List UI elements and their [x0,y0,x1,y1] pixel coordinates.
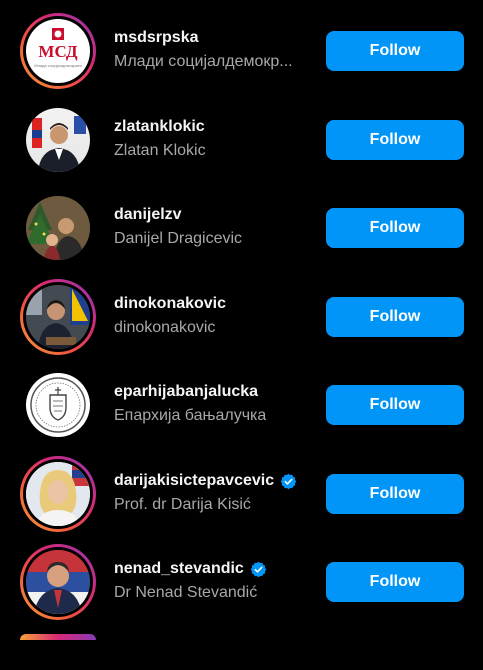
avatar[interactable] [20,367,96,443]
username[interactable]: msdsrpska [114,29,199,47]
username-text: nenad_stevandic [114,560,244,577]
full-name: Млади социјалдемокр... [114,53,293,70]
full-name: Dr Nenad Stevandić [114,584,258,601]
full-name: dinokonakovic [114,319,216,336]
msd-logo: МСД Млади социјалдемократи [26,19,90,83]
follow-button[interactable]: Follow [326,297,464,337]
username-text: eparhijabanjalucka [114,383,259,400]
username[interactable]: darijakisictepavcevic [114,472,297,490]
avatar[interactable]: МСД Млади социјалдемократи [20,13,96,89]
username[interactable]: zlatanklokic [114,118,205,136]
username[interactable]: nenad_stevandic [114,560,267,578]
next-row-avatar-partial[interactable] [20,634,96,640]
profile-photo [26,285,90,349]
full-name: Danijel Dragicevic [114,230,243,247]
username[interactable]: eparhijabanjalucka [114,383,258,401]
avatar[interactable] [20,279,96,355]
full-name: Zlatan Klokic [114,142,206,159]
username-text: darijakisictepavcevic [114,472,275,489]
username-text: zlatanklokic [114,118,205,135]
username[interactable]: danijelzv [114,206,182,224]
avatar[interactable] [20,456,96,532]
follow-button[interactable]: Follow [326,474,464,514]
avatar[interactable] [20,190,96,266]
full-name: Prof. dr Darija Kisić [114,496,251,513]
account-row-nenad_stevandic[interactable]: nenad_stevandic Dr Nenad Stevandić Follo… [0,544,483,670]
follow-button[interactable]: Follow [326,385,464,425]
full-name: Епархија бањалучка [114,407,267,424]
follow-button[interactable]: Follow [326,562,464,602]
profile-photo [26,196,90,260]
eparchy-seal-logo [26,373,90,437]
profile-photo [26,108,90,172]
username-text: msdsrpska [114,29,199,46]
avatar[interactable] [20,544,96,620]
username[interactable]: dinokonakovic [114,295,226,313]
verified-badge-icon [250,561,267,577]
follow-button[interactable]: Follow [326,208,464,248]
follow-button[interactable]: Follow [326,31,464,71]
username-text: danijelzv [114,206,182,223]
profile-photo [26,462,90,526]
follow-button[interactable]: Follow [326,120,464,160]
avatar[interactable] [20,102,96,178]
verified-badge-icon [280,473,297,489]
username-text: dinokonakovic [114,295,227,312]
logo-text: МСД [38,42,78,61]
profile-photo [26,550,90,614]
logo-subtext: Млади социјалдемократи [34,63,82,68]
